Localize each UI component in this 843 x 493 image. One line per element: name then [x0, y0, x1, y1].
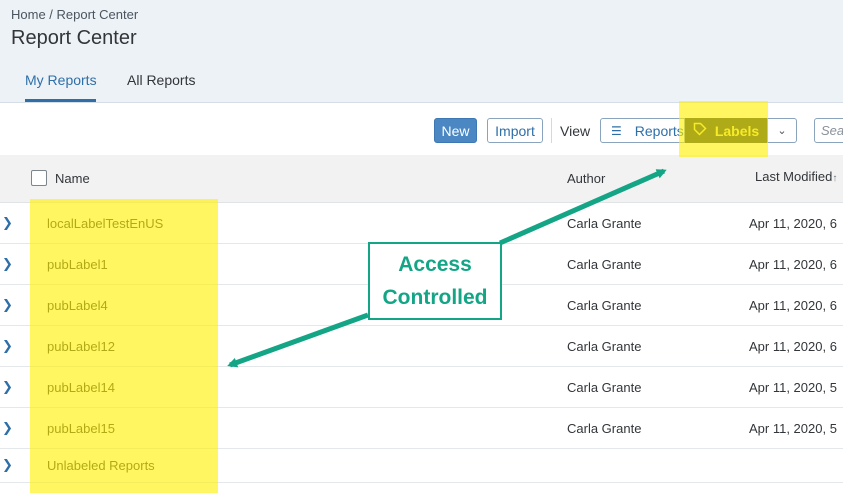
- arrow-to-name-column: [227, 312, 369, 368]
- arrow-to-labels: [498, 168, 667, 246]
- access-controlled-callout: Access Controlled: [368, 242, 502, 320]
- callout-text: Access Controlled: [382, 253, 488, 309]
